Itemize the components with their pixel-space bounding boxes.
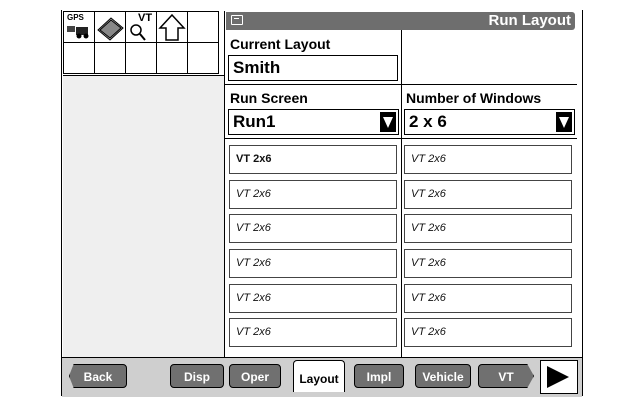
impl-tab[interactable]: Impl	[354, 364, 404, 388]
window-cell[interactable]: VT 2x6	[404, 214, 572, 243]
divider	[401, 84, 402, 138]
empty-slot	[156, 42, 188, 74]
title-bar: Run Layout	[226, 12, 575, 30]
panel-divider	[224, 11, 225, 357]
num-windows-dropdown[interactable]: 2 x 6	[404, 109, 575, 135]
gps-icon[interactable]: GPS	[63, 11, 95, 43]
dropdown-arrow-icon[interactable]	[556, 112, 572, 132]
window-cell[interactable]: VT 2x6	[404, 249, 572, 278]
bottom-nav: Back Disp Oper Layout Impl Vehicle VT	[62, 357, 582, 397]
current-layout-label: Current Layout	[230, 36, 331, 52]
empty-icon-row	[63, 42, 223, 75]
window-cell[interactable]: VT 2x6	[229, 284, 397, 313]
window-cell[interactable]: VT 2x6	[404, 318, 572, 347]
window-cell[interactable]: VT 2x6	[229, 214, 397, 243]
num-windows-value: 2 x 6	[409, 112, 447, 131]
vt-search-icon[interactable]: VT	[125, 11, 157, 43]
empty-slot	[125, 42, 157, 74]
run-screen-label: Run Screen	[230, 90, 308, 106]
run-screen-value: Run1	[233, 112, 276, 131]
window-cell[interactable]: VT 2x6	[229, 318, 397, 347]
vehicle-tab[interactable]: Vehicle	[415, 364, 471, 388]
page-title: Run Layout	[488, 12, 572, 29]
empty-slot	[187, 42, 219, 74]
oper-tab[interactable]: Oper	[229, 364, 281, 388]
window-cell[interactable]: VT 2x6	[229, 145, 397, 174]
layout-tab[interactable]: Layout	[293, 360, 345, 392]
empty-slot	[187, 11, 219, 43]
current-layout-field[interactable]: Smith	[228, 55, 398, 81]
screen-icon	[231, 15, 243, 25]
divider	[401, 30, 402, 84]
next-arrow-icon[interactable]	[540, 360, 578, 394]
window-cell[interactable]: VT 2x6	[229, 180, 397, 209]
vt-tab[interactable]: VT	[478, 364, 534, 388]
window-cell[interactable]: VT 2x6	[404, 180, 572, 209]
empty-slot	[63, 42, 95, 74]
disp-tab[interactable]: Disp	[170, 364, 224, 388]
status-icon-bar: GPS VT	[63, 11, 223, 43]
dropdown-arrow-icon[interactable]	[380, 112, 396, 132]
divider	[401, 138, 402, 357]
run-screen-dropdown[interactable]: Run1	[228, 109, 399, 135]
up-arrow-icon[interactable]	[156, 11, 188, 43]
back-button[interactable]: Back	[69, 364, 127, 388]
left-panel	[63, 75, 225, 358]
window-cell[interactable]: VT 2x6	[404, 284, 572, 313]
book-icon[interactable]	[94, 11, 126, 43]
window-cell[interactable]: VT 2x6	[229, 249, 397, 278]
num-windows-label: Number of Windows	[406, 90, 542, 106]
empty-slot	[94, 42, 126, 74]
window-cell[interactable]: VT 2x6	[404, 145, 572, 174]
